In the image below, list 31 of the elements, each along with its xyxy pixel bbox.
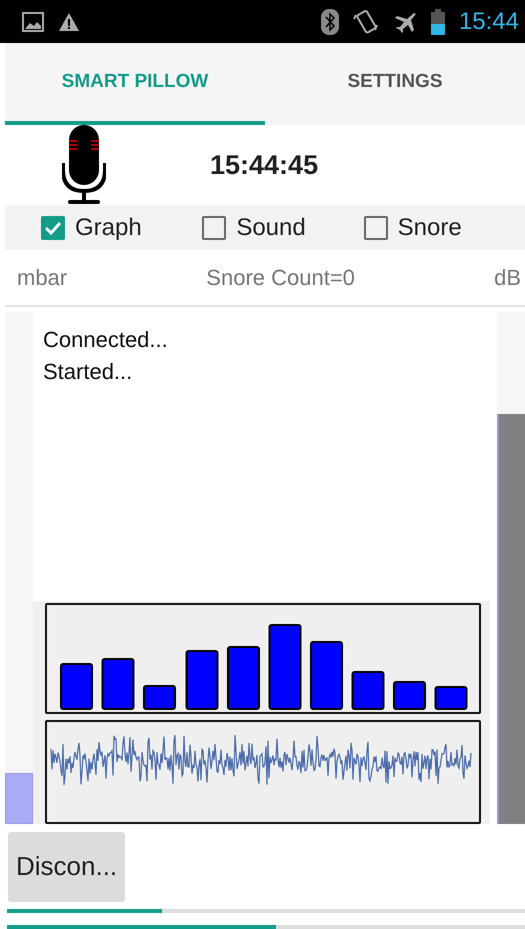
snore-count: Snore Count=0 — [206, 264, 355, 290]
bluetooth-icon — [320, 8, 339, 34]
checkbox[interactable] — [364, 216, 388, 240]
vibrate-icon — [352, 8, 379, 34]
checkbox[interactable] — [41, 216, 65, 240]
clock-time: 15:44:45 — [210, 150, 318, 180]
checkbox-label: Snore — [398, 214, 462, 242]
unit-label: mbar — [17, 264, 68, 290]
checkbox[interactable] — [202, 216, 226, 240]
check-icon — [44, 220, 62, 234]
log-line: Connected... — [43, 326, 169, 354]
checkbox-label: Graph — [75, 214, 142, 242]
microphone-icon — [62, 125, 106, 205]
bar — [143, 685, 176, 710]
bar — [393, 681, 426, 710]
disconnect-button[interactable]: Discon... — [8, 832, 126, 902]
bar — [310, 641, 343, 710]
tab[interactable]: SETTINGS — [265, 43, 525, 125]
warning-icon — [58, 12, 80, 32]
bar — [352, 671, 384, 710]
log-line: Started... — [43, 358, 134, 386]
bar — [186, 650, 218, 710]
bar — [227, 646, 260, 710]
battery-icon — [430, 8, 445, 34]
status-time: 15:44 — [458, 8, 519, 36]
checkbox-label: Sound — [236, 214, 306, 242]
image-icon — [22, 12, 44, 32]
bar — [60, 663, 93, 710]
bar — [434, 686, 468, 710]
bar — [102, 658, 134, 710]
unit-label: dB — [494, 264, 521, 290]
